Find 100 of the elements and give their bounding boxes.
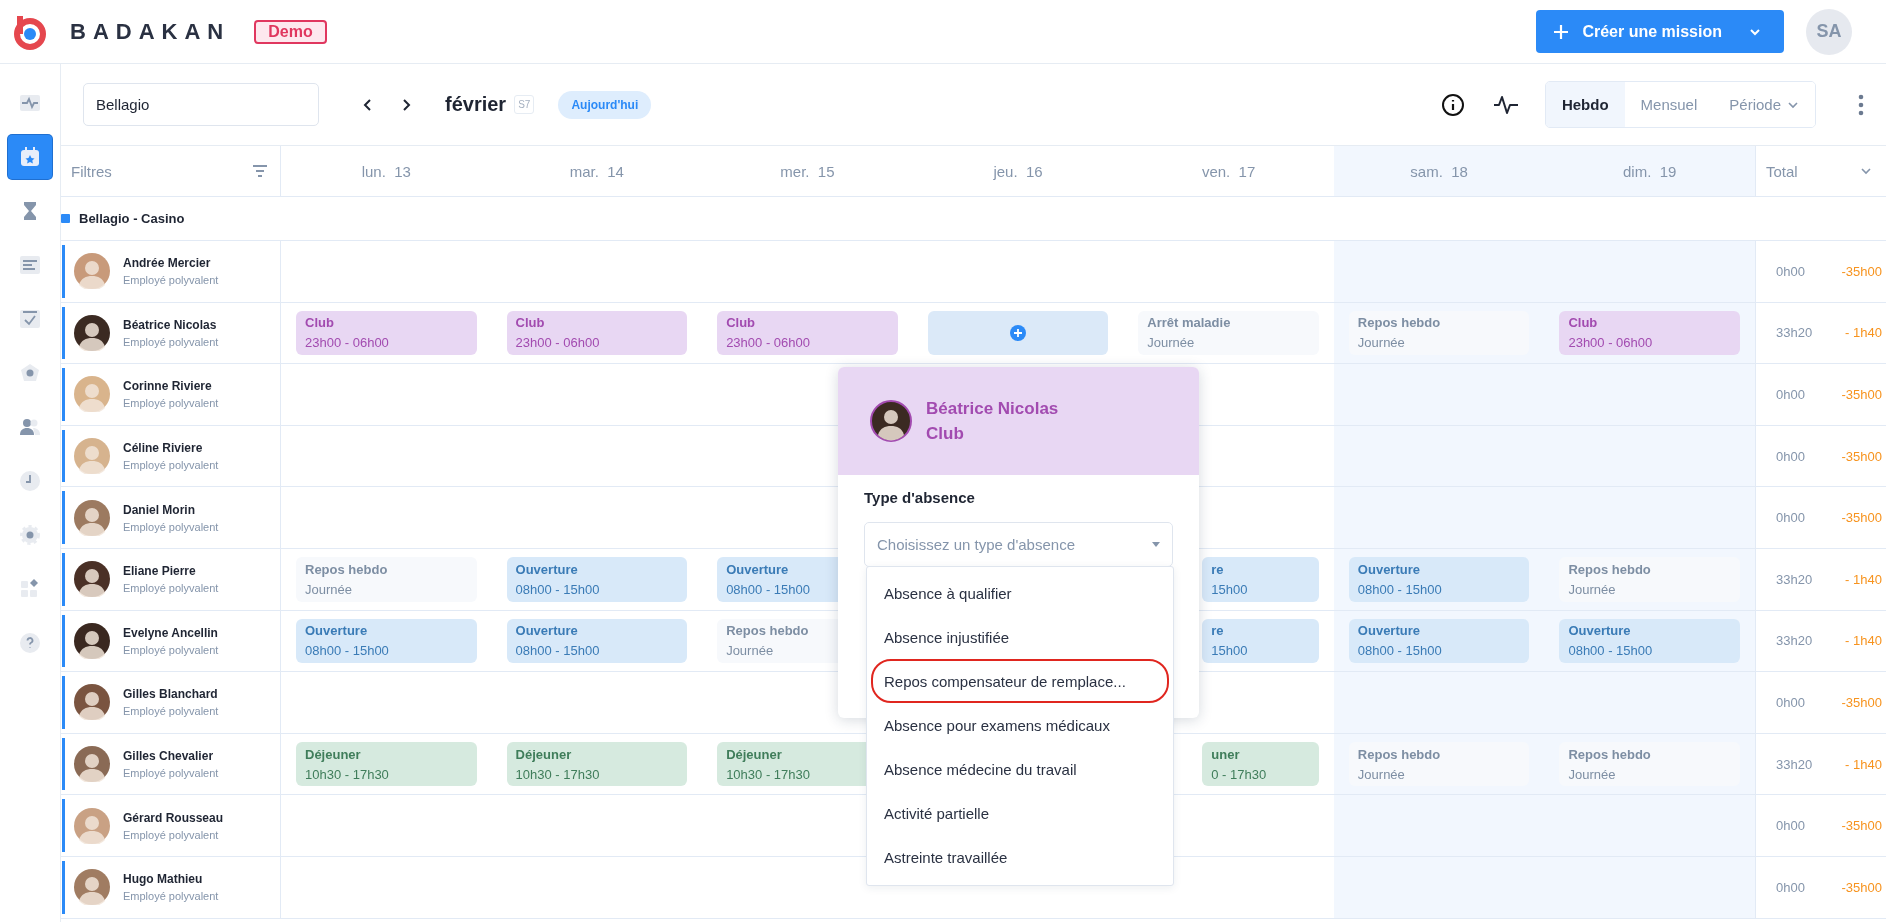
calendar-icon[interactable]: [8, 135, 52, 179]
shift-chip[interactable]: Club 23h00 - 06h00: [506, 310, 688, 356]
shift-chip[interactable]: re 15h00: [1202, 556, 1319, 602]
employee-role: Employé polyvalent: [123, 828, 220, 841]
create-mission-button[interactable]: Créer une mission: [1536, 10, 1784, 53]
shift-chip[interactable]: Déjeuner 10h30 - 17h30: [296, 741, 477, 787]
plus-icon: [1552, 22, 1571, 41]
view-tab[interactable]: Hebdo: [1545, 82, 1625, 127]
shift-time: Journée: [726, 643, 775, 659]
avatar-icon: [870, 400, 912, 442]
shift-chip[interactable]: Ouverture 08h00 - 15h00: [506, 556, 688, 602]
shift-chip[interactable]: Déjeuner 10h30 - 17h30: [506, 741, 688, 787]
hours-balance: -35h00: [1841, 694, 1882, 710]
popup-shift-name: Club: [926, 423, 965, 444]
total-header: Total: [1766, 162, 1798, 180]
shift-title: re: [1211, 623, 1225, 639]
employee-role: Employé polyvalent: [123, 459, 219, 472]
shift-title: uner: [1211, 746, 1241, 762]
user-avatar[interactable]: SA: [1806, 8, 1852, 55]
caret-icon: [1152, 541, 1160, 548]
shift-chip[interactable]: re 15h00: [1202, 618, 1319, 664]
shift-title: Club: [1568, 315, 1599, 331]
hours-total: 0h00: [1776, 818, 1805, 834]
shift-title: Ouverture: [305, 623, 369, 639]
avatar-icon: [74, 807, 110, 844]
shift-title: Ouverture: [515, 623, 579, 639]
employee-role: Employé polyvalent: [123, 520, 219, 533]
shift-chip[interactable]: Ouverture 08h00 - 15h00: [1559, 618, 1740, 664]
next-icon[interactable]: [400, 97, 412, 112]
previous-icon[interactable]: [362, 97, 374, 112]
employee-name: Daniel Morin: [123, 502, 196, 517]
hours-total: 0h00: [1776, 510, 1805, 526]
dropdown-option[interactable]: Activité partielle: [871, 791, 1169, 835]
shift-title: Club: [726, 315, 757, 331]
shift-time: 10h30 - 17h30: [305, 766, 390, 782]
hours-total: 33h20: [1776, 571, 1813, 587]
shift-chip[interactable]: Club 23h00 - 06h00: [1559, 310, 1740, 356]
hours-balance: -35h00: [1841, 510, 1882, 526]
info-icon[interactable]: [1440, 92, 1465, 117]
shift-chip[interactable]: Repos hebdo Journée: [1559, 556, 1740, 602]
shift-chip[interactable]: Club 23h00 - 06h00: [296, 310, 477, 356]
filters-label: Filtres: [71, 162, 112, 180]
shift-title: Repos hebdo: [1357, 315, 1442, 331]
shift-chip[interactable]: Ouverture 08h00 - 15h00: [296, 618, 477, 664]
shift-title: Ouverture: [515, 561, 579, 577]
shift-time: 10h30 - 17h30: [726, 766, 811, 782]
employee-name: Béatrice Nicolas: [123, 317, 218, 332]
shift-chip[interactable]: Repos hebdo Journée: [296, 556, 477, 602]
shift-title: Ouverture: [1357, 623, 1421, 639]
shift-time: 23h00 - 06h00: [305, 335, 390, 351]
shift-time: 10h30 - 17h30: [515, 766, 601, 782]
shift-chip[interactable]: Repos hebdo Journée: [1348, 310, 1530, 356]
shift-title: Repos hebdo: [1568, 746, 1652, 762]
shift-chip[interactable]: Arrêt maladie Journée: [1138, 310, 1319, 356]
shift-chip[interactable]: Club 23h00 - 06h00: [717, 310, 898, 356]
pulse-icon[interactable]: [1492, 93, 1519, 116]
hours-balance: -35h00: [1841, 879, 1882, 895]
shift-time: Journée: [1147, 335, 1196, 351]
hours-total: 33h20: [1776, 325, 1813, 341]
day-header: sam. 18: [1333, 146, 1545, 197]
shift-time: 23h00 - 06h00: [1568, 335, 1654, 351]
shift-time: 08h00 - 15h00: [1568, 643, 1654, 659]
hours-balance: - 1h40: [1845, 325, 1882, 341]
avatar-icon: [74, 253, 110, 290]
shift-chip[interactable]: Repos hebdo Journée: [1348, 741, 1530, 787]
brand-name: BADAKAN: [70, 18, 231, 45]
month-title: février: [445, 93, 507, 116]
employee-role: Employé polyvalent: [123, 890, 219, 903]
employee-name: Céline Riviere: [123, 441, 204, 456]
site-field[interactable]: Bellagio: [83, 83, 319, 126]
employee-name: Evelyne Ancellin: [123, 625, 219, 640]
employee-role: Employé polyvalent: [123, 705, 219, 718]
shift-time: 15h00: [1211, 643, 1249, 659]
employee-role: Employé polyvalent: [123, 274, 219, 287]
shift-chip[interactable]: Repos hebdo Journée: [1559, 741, 1740, 787]
avatar-icon: [74, 622, 110, 659]
more-icon[interactable]: [1858, 93, 1864, 116]
avatar-icon: [74, 869, 110, 906]
shift-chip[interactable]: uner 0 - 17h30: [1202, 741, 1319, 787]
shift-time: Journée: [1568, 766, 1617, 782]
hours-total: 33h20: [1776, 756, 1813, 772]
week-badge: S7: [514, 95, 535, 114]
group-name: Bellagio - Casino: [79, 211, 185, 226]
dropdown-option[interactable]: Astreinte travaillée: [871, 835, 1169, 879]
add-shift-button[interactable]: [927, 310, 1109, 356]
shift-chip[interactable]: Ouverture 08h00 - 15h00: [1348, 556, 1530, 602]
shift-chip[interactable]: Ouverture 08h00 - 15h00: [1348, 618, 1530, 664]
avatar-icon: [74, 561, 110, 598]
shift-title: Repos hebdo: [726, 623, 810, 639]
hours-total: 0h00: [1776, 879, 1805, 895]
logo-icon: [12, 13, 48, 50]
today-button[interactable]: Aujourd'hui: [558, 90, 652, 119]
employee-name: Corinne Riviere: [123, 379, 213, 394]
shift-time: 08h00 - 15h00: [1357, 643, 1443, 659]
shift-title: Ouverture: [1568, 623, 1632, 639]
shift-chip[interactable]: Ouverture 08h00 - 15h00: [506, 618, 688, 664]
dropdown-option[interactable]: Repos compensateur de remplace...: [871, 659, 1169, 703]
filter-icon[interactable]: [252, 164, 268, 178]
chevron-icon[interactable]: [1860, 165, 1872, 177]
employee-name: Gilles Blanchard: [123, 687, 219, 702]
